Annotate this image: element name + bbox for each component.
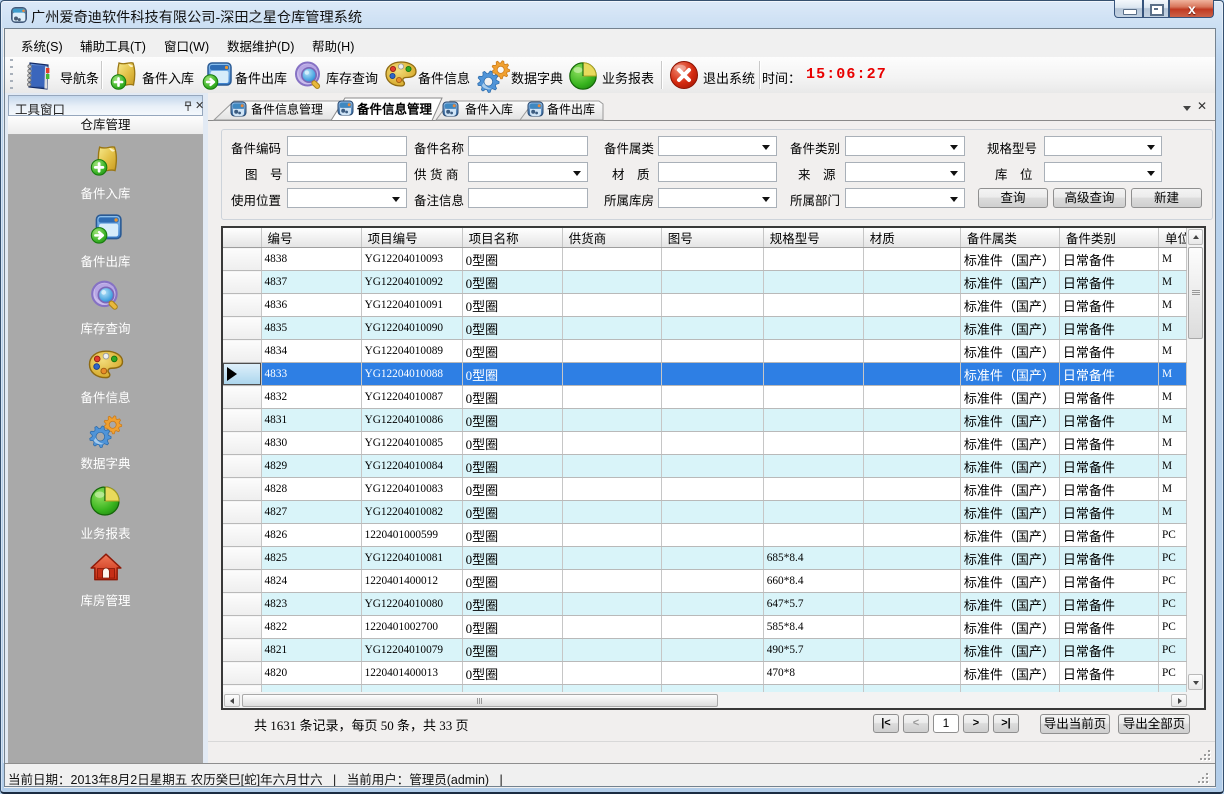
svg-text:备件入库: 备件入库 bbox=[465, 102, 513, 117]
svg-text:备件出库: 备件出库 bbox=[547, 102, 595, 117]
svg-text:备件信息管理: 备件信息管理 bbox=[356, 102, 433, 117]
svg-text:备件信息管理: 备件信息管理 bbox=[251, 102, 323, 117]
